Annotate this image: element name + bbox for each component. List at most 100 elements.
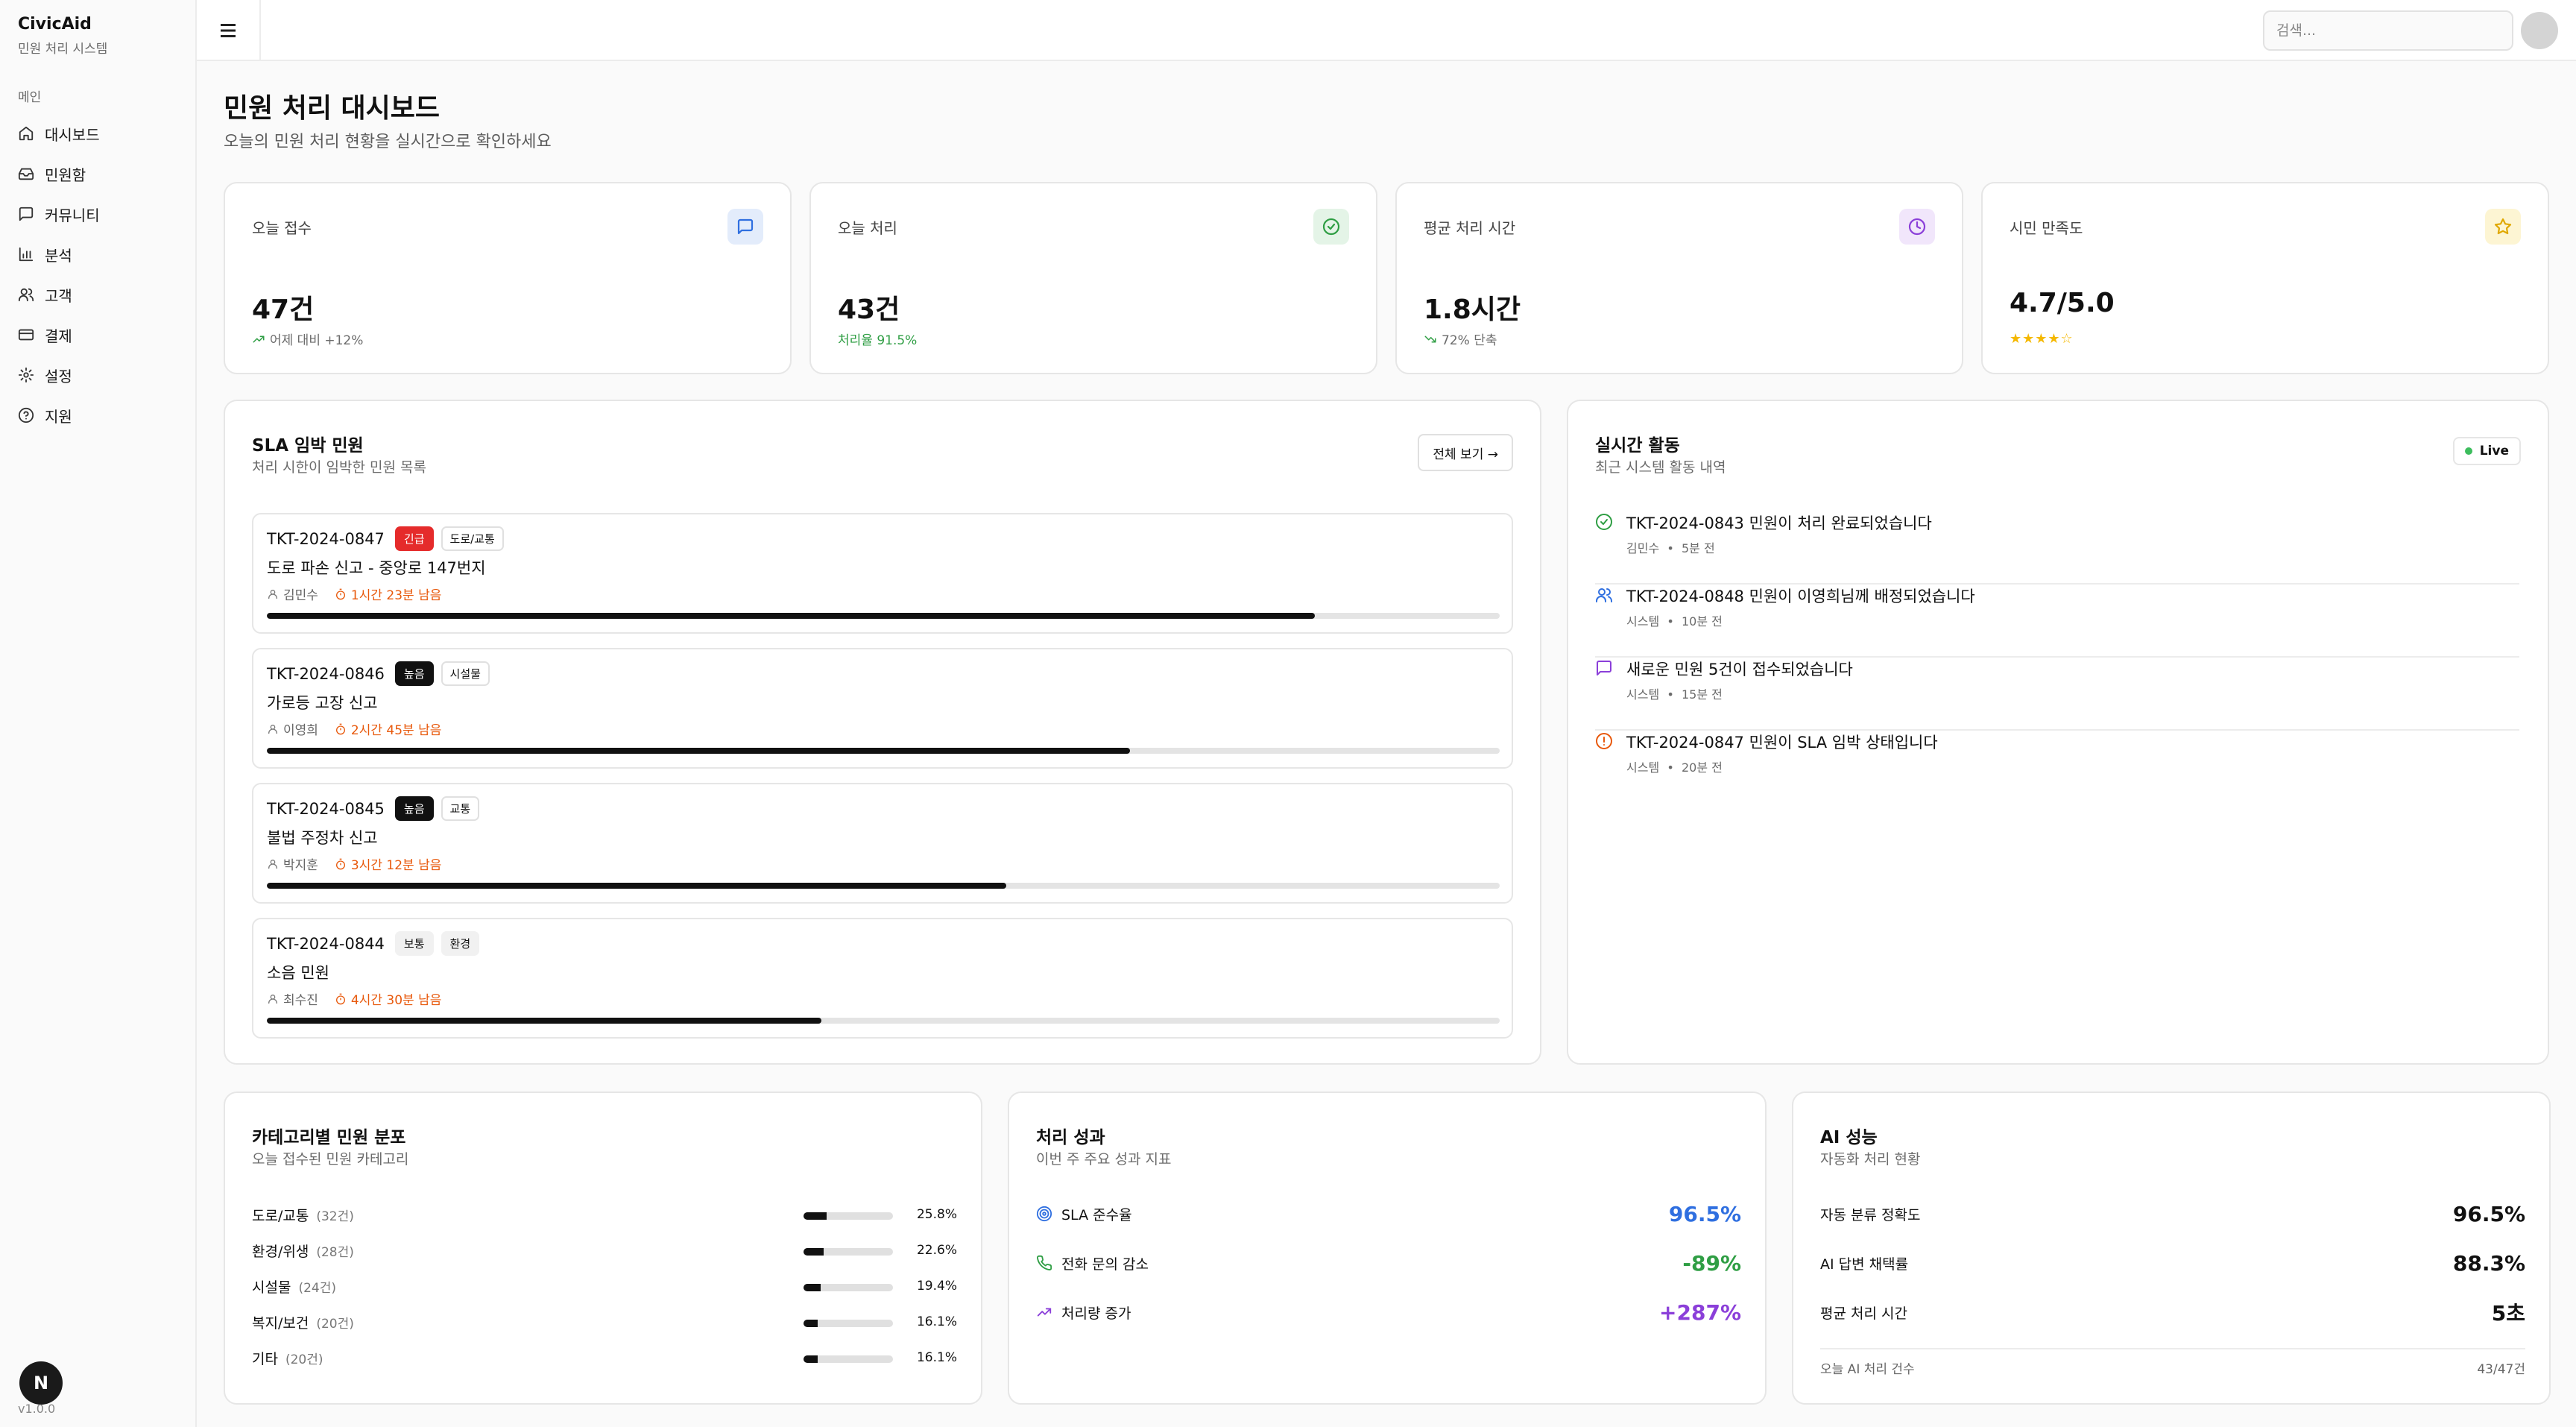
top-header — [197, 0, 2576, 61]
category-card: 카테고리별 민원 분포 오늘 접수된 민원 카테고리 도로/교통 (32건) 2… — [224, 1091, 982, 1405]
category-name: 환경/위생 — [252, 1243, 309, 1260]
sla-card: SLA 임박 민원 처리 시한이 임박한 민원 목록 전체 보기 → TKT-2… — [224, 400, 1541, 1065]
brand-title: CivicAid — [18, 15, 92, 34]
category-bar — [804, 1248, 893, 1256]
card-subtitle: 처리 시한이 임박한 민원 목록 — [252, 459, 426, 476]
user-icon — [268, 994, 277, 1004]
users-icon — [1596, 588, 1612, 602]
avatar[interactable] — [2521, 12, 2558, 49]
stat-card-processed: 오늘 처리 43건 처리율 91.5% — [809, 182, 1377, 374]
activity-text: TKT-2024-0848 민원이 이영희님께 배정되었습니다 — [1626, 588, 1975, 605]
stat-card-avg-time: 평균 처리 시간 1.8시간 72% 단축 — [1395, 182, 1963, 374]
page-subtitle: 오늘의 민원 처리 현황을 실시간으로 확인하세요 — [224, 133, 552, 151]
category-name: 기타 — [252, 1350, 278, 1367]
activity-item[interactable]: TKT-2024-0843 민원이 처리 완료되었습니다 김민수 • 5분 전 — [1595, 511, 2519, 585]
stat-note-text: 어제 대비 +12% — [270, 333, 364, 348]
performance-value: 96.5% — [1668, 1201, 1741, 1226]
performance-label: SLA 준수율 — [1061, 1206, 1132, 1223]
ticket-progress-bar — [267, 1018, 1500, 1024]
hamburger-icon — [221, 24, 236, 37]
home-icon — [19, 126, 34, 141]
stat-value: 43건 — [838, 294, 900, 325]
activity-item[interactable]: 새로운 민원 5건이 접수되었습니다 시스템 • 15분 전 — [1595, 658, 2519, 731]
rating-stars: ★★★★☆ — [2010, 331, 2074, 347]
users-icon — [18, 288, 34, 302]
stat-note-text: 72% 단축 — [1442, 333, 1497, 348]
category-bar-fill — [804, 1320, 818, 1327]
live-dot-icon — [2464, 447, 2472, 455]
ticket-id: TKT-2024-0846 — [267, 664, 385, 683]
nav-group-label: 메인 — [18, 90, 42, 105]
ticket-item[interactable]: TKT-2024-0846 높음 시설물 가로등 고장 신고 이영희 2시간 4… — [252, 648, 1513, 769]
sidebar-item-dashboard[interactable]: 대시보드 — [18, 113, 182, 154]
activity-item[interactable]: TKT-2024-0847 민원이 SLA 임박 상태입니다 시스템 • 20분… — [1595, 731, 2519, 804]
clock-icon — [1908, 218, 1926, 236]
ticket-item[interactable]: TKT-2024-0844 보통 환경 소음 민원 최수진 4시간 30분 남음 — [252, 918, 1513, 1039]
ticket-item[interactable]: TKT-2024-0847 긴급 도로/교통 도로 파손 신고 - 중앙로 14… — [252, 513, 1513, 634]
sidebar-item-support[interactable]: 지원 — [18, 395, 182, 435]
category-bar-fill — [804, 1355, 818, 1363]
ai-value: 96.5% — [2452, 1201, 2525, 1226]
category-percent: 25.8% — [916, 1207, 957, 1222]
card-subtitle: 최근 시스템 활동 내역 — [1595, 459, 1726, 476]
trending-up-icon — [1037, 1308, 1052, 1317]
search-input[interactable] — [2263, 10, 2513, 51]
ai-label: 자동 분류 정확도 — [1820, 1206, 1921, 1223]
ai-row: 평균 처리 시간 5초 — [1820, 1299, 2525, 1326]
category-percent: 19.4% — [916, 1279, 957, 1294]
timer-icon — [335, 993, 345, 1004]
card-subtitle: 자동화 처리 현황 — [1820, 1151, 1921, 1168]
message-square-icon — [737, 218, 754, 235]
category-name: 시설물 — [252, 1279, 291, 1296]
category-bar — [804, 1320, 893, 1327]
performance-row: SLA 준수율 96.5% — [1036, 1200, 1741, 1227]
performance-row: 전화 문의 감소 -89% — [1036, 1250, 1741, 1276]
stat-value: 47건 — [252, 294, 315, 325]
card-title: 실시간 활동 — [1595, 436, 1680, 456]
timer-icon — [335, 588, 345, 599]
stat-icon-box — [1313, 209, 1349, 245]
ticket-assignee: 이영희 — [283, 723, 318, 738]
user-icon — [268, 589, 277, 599]
view-all-button[interactable]: 전체 보기 → — [1418, 434, 1513, 471]
sidebar-item-inbox[interactable]: 민원함 — [18, 154, 182, 194]
sidebar-item-label: 커뮤니티 — [45, 206, 100, 224]
activity-time: 10분 전 — [1681, 614, 1723, 629]
phone-icon — [1037, 1255, 1052, 1270]
stat-note: 72% 단축 — [1424, 330, 1497, 348]
activity-item[interactable]: TKT-2024-0848 민원이 이영희님께 배정되었습니다 시스템 • 10… — [1595, 585, 2519, 658]
ticket-progress-fill — [267, 613, 1315, 619]
assistant-badge[interactable]: N — [19, 1361, 63, 1405]
priority-badge: 높음 — [394, 661, 434, 686]
category-count: (28건) — [316, 1244, 354, 1260]
brand[interactable]: CivicAid 민원 처리 시스템 — [18, 15, 107, 57]
ticket-title: 도로 파손 신고 - 중앙로 147번지 — [267, 559, 486, 577]
sidebar-item-analytics[interactable]: 분석 — [18, 234, 182, 274]
sidebar-item-settings[interactable]: 설정 — [18, 355, 182, 395]
sidebar-item-customers[interactable]: 고객 — [18, 274, 182, 315]
activity-actor: 시스템 — [1626, 687, 1660, 702]
menu-toggle-button[interactable] — [197, 0, 261, 61]
ticket-remaining: 1시간 23분 남음 — [350, 588, 442, 603]
activity-actor: 시스템 — [1626, 760, 1660, 775]
target-icon — [1036, 1206, 1052, 1222]
ai-footer-value: 43/47건 — [2477, 1362, 2525, 1377]
activity-card: 실시간 활동 최근 시스템 활동 내역 Live TKT-2024-0843 민… — [1567, 400, 2549, 1065]
help-circle-icon — [18, 407, 34, 423]
ticket-title: 소음 민원 — [267, 964, 329, 982]
card-title: 처리 성과 — [1036, 1128, 1105, 1147]
category-badge: 도로/교통 — [441, 526, 504, 551]
sidebar-item-billing[interactable]: 결제 — [18, 315, 182, 355]
brand-subtitle: 민원 처리 시스템 — [18, 42, 108, 57]
priority-badge: 보통 — [394, 931, 434, 956]
category-row: 도로/교통 (32건) 25.8% — [252, 1203, 957, 1226]
sidebar-item-label: 지원 — [45, 407, 72, 426]
ticket-item[interactable]: TKT-2024-0845 높음 교통 불법 주정차 신고 박지훈 3시간 12… — [252, 783, 1513, 904]
ticket-assignee: 최수진 — [283, 993, 318, 1008]
check-circle-icon — [1596, 514, 1612, 530]
alert-circle-icon — [1596, 733, 1612, 749]
sidebar-item-community[interactable]: 커뮤니티 — [18, 194, 182, 234]
category-badge: 환경 — [441, 931, 480, 956]
stat-label: 시민 만족도 — [2010, 219, 2083, 237]
sidebar-item-label: 설정 — [45, 367, 72, 385]
